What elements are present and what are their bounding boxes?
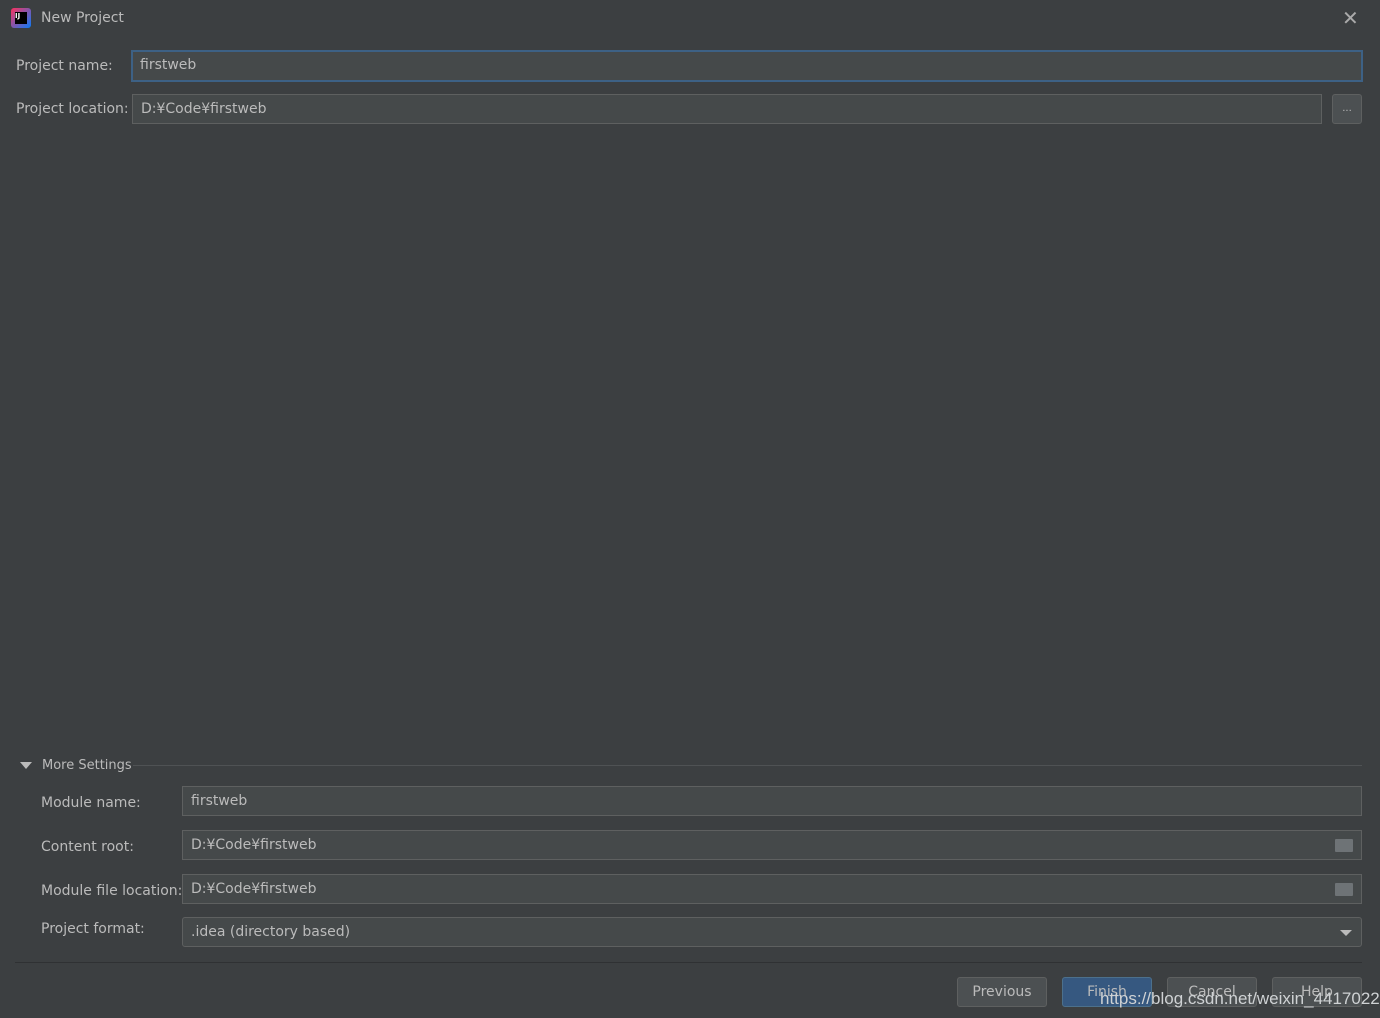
folder-icon[interactable] xyxy=(1335,839,1353,852)
triangle-down-icon xyxy=(20,762,32,769)
module-file-location-value: D:¥Code¥firstweb xyxy=(191,881,317,897)
browse-button[interactable]: ... xyxy=(1332,94,1362,124)
module-name-label: Module name: xyxy=(41,795,141,811)
content-root-input[interactable]: D:¥Code¥firstweb xyxy=(182,830,1362,860)
project-format-select[interactable]: .idea (directory based) xyxy=(182,917,1362,947)
project-name-input[interactable]: firstweb xyxy=(131,50,1363,82)
project-format-value: .idea (directory based) xyxy=(191,924,351,940)
divider xyxy=(133,765,1362,766)
previous-button[interactable]: Previous xyxy=(957,977,1047,1007)
more-settings-label: More Settings xyxy=(42,758,132,773)
footer-divider xyxy=(15,962,1362,963)
watermark: https://blog.csdn.net/weixin_44170221 xyxy=(1100,989,1380,1008)
folder-icon[interactable] xyxy=(1335,883,1353,896)
project-location-label: Project location: xyxy=(16,101,129,117)
app-icon: IJ xyxy=(11,8,31,28)
window-title: New Project xyxy=(41,10,124,26)
content-root-value: D:¥Code¥firstweb xyxy=(191,837,317,853)
chevron-down-icon xyxy=(1340,930,1352,936)
module-file-location-label: Module file location: xyxy=(41,883,183,899)
close-icon[interactable]: ✕ xyxy=(1342,6,1359,30)
module-name-input[interactable]: firstweb xyxy=(182,786,1362,816)
content-root-label: Content root: xyxy=(41,839,134,855)
project-location-input[interactable]: D:¥Code¥firstweb xyxy=(132,94,1322,124)
module-file-location-input[interactable]: D:¥Code¥firstweb xyxy=(182,874,1362,904)
more-settings-toggle[interactable]: More Settings xyxy=(20,758,132,773)
project-name-label: Project name: xyxy=(16,58,113,74)
project-format-label: Project format: xyxy=(41,921,145,937)
